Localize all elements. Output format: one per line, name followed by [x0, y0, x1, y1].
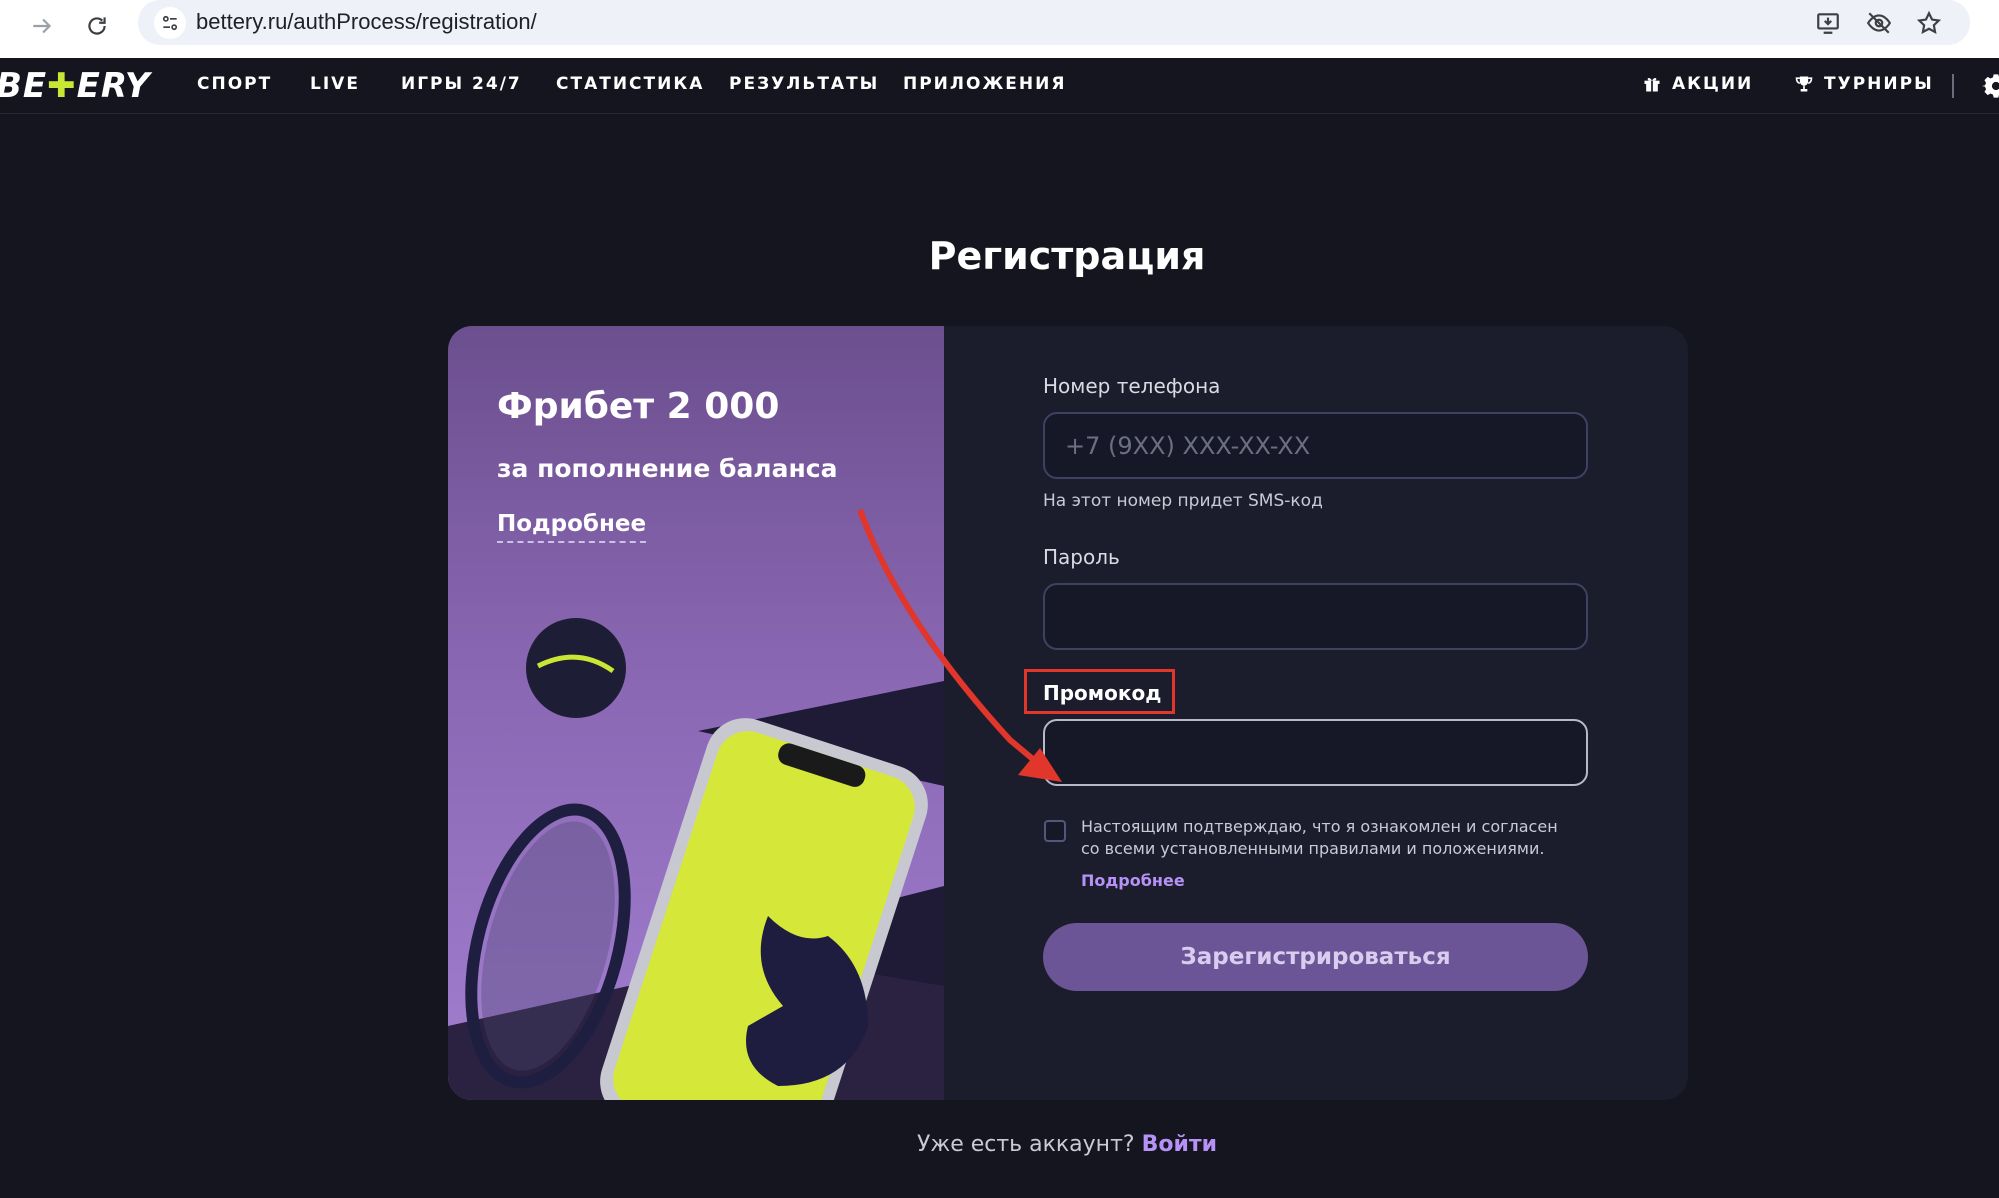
registration-form: Номер телефона +7 (9XX) XXX-XX-XX На это… [944, 326, 1688, 1100]
phone-input[interactable]: +7 (9XX) XXX-XX-XX [1043, 412, 1588, 479]
gear-icon[interactable] [1982, 72, 1999, 100]
password-label: Пароль [1043, 545, 1120, 569]
url-text[interactable]: bettery.ru/authProcess/registration/ [196, 9, 537, 35]
phone-hint: На этот номер придет SMS-код [1043, 491, 1323, 511]
login-link[interactable]: Войти [1142, 1132, 1217, 1157]
menu-item-games[interactable]: ИГРЫ 24/7 [401, 74, 522, 94]
promocode-label: Промокод [1043, 681, 1162, 705]
site-info-icon[interactable] [154, 7, 186, 39]
address-bar[interactable]: bettery.ru/authProcess/registration/ [138, 0, 1970, 45]
install-app-icon[interactable] [1813, 8, 1843, 38]
trophy-icon [1795, 76, 1813, 92]
menu-item-results[interactable]: РЕЗУЛЬТАТЫ [729, 74, 879, 94]
login-prompt: Уже есть аккаунт? Войти [0, 1132, 1999, 1157]
browser-toolbar: bettery.ru/authProcess/registration/ [0, 0, 1999, 58]
tournaments-link[interactable]: ТУРНИРЫ [1794, 74, 1934, 94]
menu-item-live[interactable]: LIVE [310, 74, 360, 94]
site-header: BE✚ERY СПОРТ LIVE ИГРЫ 24/7 СТАТИСТИКА Р… [0, 58, 1999, 114]
reload-icon[interactable] [79, 8, 115, 44]
page-title: Регистрация [928, 234, 1206, 278]
header-divider [1952, 74, 1954, 98]
registration-card: Фрибет 2 000 за пополнение баланса Подро… [448, 326, 1688, 1100]
promo-details-link[interactable]: Подробнее [497, 511, 647, 543]
promo-subtitle: за пополнение баланса [497, 454, 838, 483]
register-button[interactable]: Зарегистрироваться [1043, 923, 1588, 991]
promotions-label: АКЦИИ [1672, 74, 1754, 94]
bookmark-star-icon[interactable] [1914, 8, 1944, 38]
menu-item-apps[interactable]: ПРИЛОЖЕНИЯ [903, 74, 1066, 94]
promotions-link[interactable]: АКЦИИ [1642, 74, 1753, 94]
promo-title: Фрибет 2 000 [497, 386, 780, 427]
menu-item-sport[interactable]: СПОРТ [197, 74, 272, 94]
password-input[interactable] [1043, 583, 1588, 650]
promo-banner: Фрибет 2 000 за пополнение баланса Подро… [448, 326, 944, 1100]
consent-text: Настоящим подтверждаю, что я ознакомлен … [1081, 817, 1558, 858]
tournaments-label: ТУРНИРЫ [1824, 74, 1934, 94]
promo-illustration [448, 618, 944, 1100]
promocode-input[interactable] [1043, 719, 1588, 786]
gift-icon [1644, 78, 1660, 92]
menu-item-statistics[interactable]: СТАТИСТИКА [556, 74, 704, 94]
eye-off-icon[interactable] [1864, 8, 1894, 38]
forward-icon[interactable] [24, 8, 60, 44]
login-question: Уже есть аккаунт? [916, 1132, 1135, 1157]
consent-checkbox[interactable] [1044, 820, 1066, 842]
consent-details-link[interactable]: Подробнее [1081, 871, 1185, 890]
logo[interactable]: BE✚ERY [0, 66, 151, 106]
phone-label: Номер телефона [1043, 374, 1221, 398]
